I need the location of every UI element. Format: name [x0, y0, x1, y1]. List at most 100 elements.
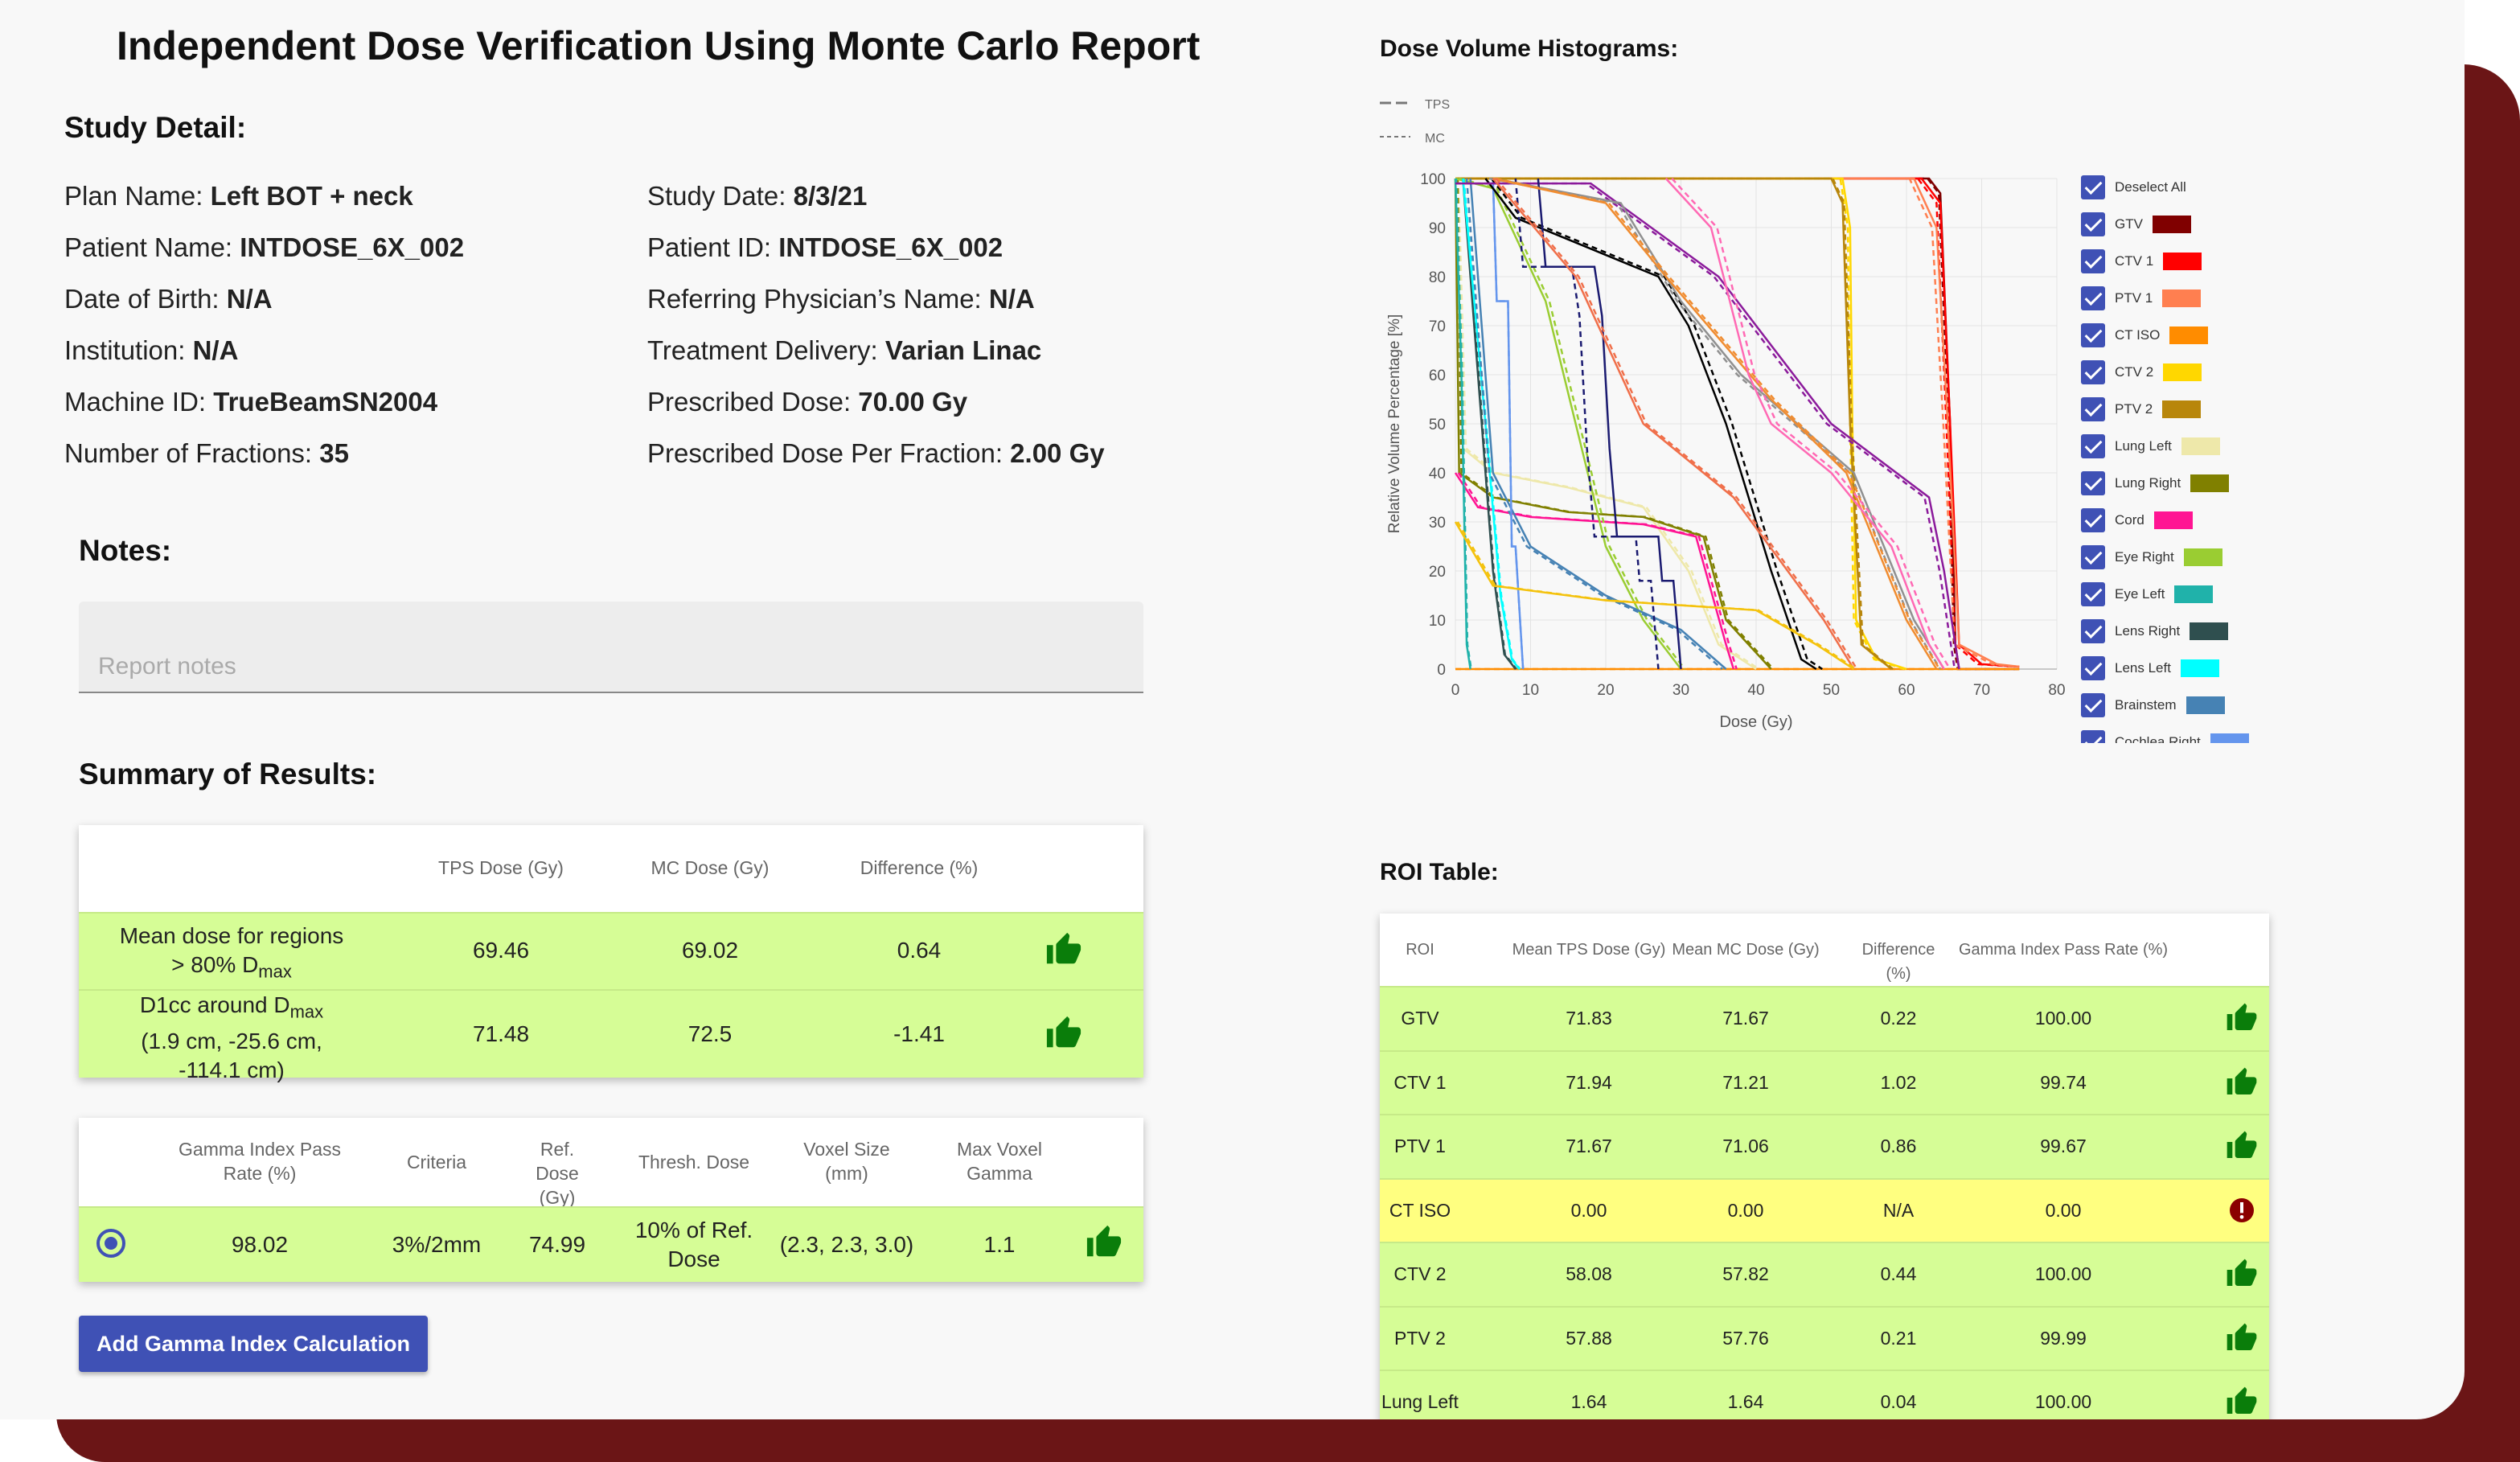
legend-label: CTV 1 — [2115, 253, 2153, 269]
checkbox-checked-icon[interactable] — [2081, 249, 2105, 273]
checkbox-checked-icon[interactable] — [2081, 582, 2105, 606]
legend-item-eye-right[interactable]: Eye Right — [2081, 539, 2282, 576]
legend-item-ptv-2[interactable]: PTV 2 — [2081, 391, 2282, 428]
difference: 0.44 — [1854, 1259, 1943, 1288]
legend-label: Deselect All — [2115, 179, 2186, 195]
detail-label: Prescribed Dose Per Fraction: — [647, 438, 1010, 468]
roi-name: CTV 2 — [1380, 1259, 1460, 1288]
thumbs-up-icon — [2226, 1066, 2258, 1099]
add-gamma-index-button[interactable]: Add Gamma Index Calculation — [79, 1316, 428, 1372]
roi-row-ctv-1: CTV 171.9471.211.0299.74 — [1380, 1050, 2269, 1115]
legend-item-lung-left[interactable]: Lung Left — [2081, 428, 2282, 465]
difference: 1.02 — [1854, 1068, 1943, 1097]
y-tick-label: 50 — [1429, 417, 1446, 433]
mean-mc-dose: 71.06 — [1629, 1131, 1862, 1160]
detail-value: 2.00 Gy — [1010, 438, 1104, 468]
legend-label: PTV 2 — [2115, 401, 2153, 417]
checkbox-checked-icon[interactable] — [2081, 175, 2105, 199]
legend-item-ptv-1[interactable]: PTV 1 — [2081, 280, 2282, 317]
header-thresh-dose: Thresh. Dose — [626, 1150, 762, 1174]
notes-input[interactable] — [79, 602, 1143, 693]
checkbox-checked-icon[interactable] — [2081, 508, 2105, 532]
detail-label: Institution: — [64, 335, 193, 365]
difference: 0.86 — [1854, 1131, 1943, 1160]
legend-label: Brainstem — [2115, 697, 2177, 713]
pass-rate: 98.02 — [167, 1230, 352, 1259]
header-mc-dose: MC Dose (Gy) — [626, 856, 794, 880]
legend-item-ct-iso[interactable]: CT ISO — [2081, 317, 2282, 354]
detail-right-4: Prescribed Dose: 70.00 Gy — [647, 387, 967, 417]
detail-label: Patient ID: — [647, 232, 778, 262]
checkbox-checked-icon[interactable] — [2081, 397, 2105, 421]
color-swatch — [2210, 733, 2249, 743]
checkbox-checked-icon[interactable] — [2081, 693, 2105, 717]
roi-table: ROIMean TPS Dose (Gy)Mean MC Dose (Gy)Di… — [1380, 914, 2269, 1419]
max-gamma: 1.1 — [939, 1230, 1060, 1259]
legend-item-lung-right[interactable]: Lung Right — [2081, 465, 2282, 502]
roi-name: CT ISO — [1380, 1196, 1460, 1225]
structure-legend: Deselect All GTV CTV 1 PTV 1CT ISOCTV 2 PTV … — [2081, 169, 2282, 743]
y-tick-label: 90 — [1429, 220, 1446, 237]
legend-item-cord[interactable]: Cord — [2081, 502, 2282, 539]
gamma-select-radio[interactable] — [96, 1229, 125, 1258]
mean-mc-dose: 57.82 — [1629, 1259, 1862, 1288]
roi-name: GTV — [1380, 1004, 1460, 1033]
detail-right-2: Referring Physician’s Name: N/A — [647, 284, 1035, 314]
detail-value: 70.00 Gy — [858, 387, 967, 417]
legend-item-brainstem[interactable]: Brainstem — [2081, 687, 2282, 724]
notes-heading: Notes: — [79, 534, 171, 568]
checkbox-checked-icon[interactable] — [2081, 212, 2105, 236]
detail-value: Varian Linac — [885, 335, 1041, 365]
legend-item-ctv-1[interactable]: CTV 1 — [2081, 243, 2282, 280]
y-tick-label: 10 — [1429, 613, 1446, 630]
legend-item-lens-right[interactable]: Lens Right — [2081, 613, 2282, 650]
checkbox-checked-icon[interactable] — [2081, 656, 2105, 680]
gamma-pass-rate: 0.00 — [1935, 1196, 2192, 1225]
detail-value: INTDOSE_6X_002 — [778, 232, 1003, 262]
legend-item-ctv-2[interactable]: CTV 2 — [2081, 354, 2282, 391]
roi-name: Lung Left — [1380, 1387, 1460, 1416]
header-ref-dose: Ref. Dose (Gy) — [497, 1137, 618, 1209]
dvh-mc-line-ctv-1 — [1455, 179, 2016, 667]
dvh-chart: 010203040506070800102030405060708090100D… — [1367, 80, 2091, 748]
dvh-heading: Dose Volume Histograms: — [1380, 35, 1678, 63]
checkbox-checked-icon[interactable] — [2081, 286, 2105, 310]
color-swatch — [2153, 216, 2191, 233]
dvh-tps-line-structure — [1455, 522, 1854, 669]
checkbox-checked-icon[interactable] — [2081, 360, 2105, 384]
legend-item-eye-left[interactable]: Eye Left — [2081, 576, 2282, 613]
mean-mc-dose: 0.00 — [1629, 1196, 1862, 1225]
detail-right-5: Prescribed Dose Per Fraction: 2.00 Gy — [647, 438, 1105, 469]
x-tick-label: 20 — [1597, 682, 1614, 699]
detail-left-0: Plan Name: Left BOT + neck — [64, 181, 413, 211]
checkbox-checked-icon[interactable] — [2081, 471, 2105, 495]
checkbox-checked-icon[interactable] — [2081, 323, 2105, 347]
detail-left-5: Number of Fractions: 35 — [64, 438, 349, 469]
deselect-all-checkbox[interactable]: Deselect All — [2081, 169, 2282, 206]
voxel-size: (2.3, 2.3, 3.0) — [770, 1230, 923, 1259]
x-tick-label: 30 — [1672, 682, 1689, 699]
x-tick-label: 70 — [1973, 682, 1990, 699]
roi-row-ctv-2: CTV 258.0857.820.44100.00 — [1380, 1242, 2269, 1306]
legend-item-gtv[interactable]: GTV — [2081, 206, 2282, 243]
checkbox-checked-icon[interactable] — [2081, 730, 2105, 743]
table-row: Mean dose for regions > 80% Dmax 69.46 6… — [79, 912, 1143, 989]
header-tps-dose: TPS Dose (Gy) — [417, 856, 585, 880]
color-swatch — [2163, 363, 2202, 381]
dvh-tps-line-ctv-1 — [1455, 179, 2019, 667]
color-swatch — [2162, 400, 2201, 418]
gamma-table: Gamma Index Pass Rate (%) Criteria Ref. … — [79, 1118, 1143, 1282]
roi-header-3: Difference (%) — [1854, 938, 1943, 986]
checkbox-checked-icon[interactable] — [2081, 434, 2105, 458]
checkbox-checked-icon[interactable] — [2081, 545, 2105, 569]
thumbs-up-icon — [2226, 1386, 2258, 1418]
roi-header-2: Mean MC Dose (Gy) — [1629, 938, 1862, 962]
row-label: D1cc around Dmax(1.9 cm, -25.6 cm, -114.… — [111, 991, 352, 1085]
color-swatch — [2154, 511, 2193, 529]
detail-value: TrueBeamSN2004 — [213, 387, 437, 417]
roi-header-4: Gamma Index Pass Rate (%) — [1935, 938, 2192, 962]
legend-item-cochlea-right[interactable]: Cochlea Right — [2081, 724, 2282, 743]
checkbox-checked-icon[interactable] — [2081, 619, 2105, 643]
mean-mc-dose: 1.64 — [1629, 1387, 1862, 1416]
legend-item-lens-left[interactable]: Lens Left — [2081, 650, 2282, 687]
